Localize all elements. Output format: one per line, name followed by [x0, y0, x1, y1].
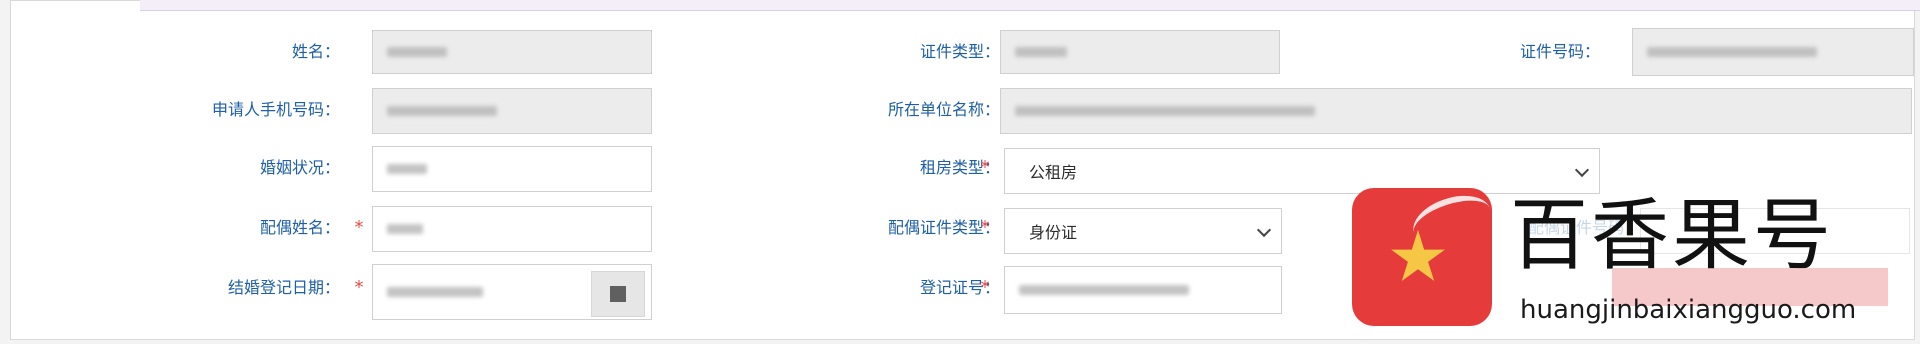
required-mark-spouse-name: *: [354, 217, 364, 238]
chevron-down-icon: [1256, 222, 1272, 238]
employer-name-value-redacted: [1015, 106, 1315, 116]
marital-status-value-redacted: [387, 164, 427, 174]
spouse-name-field[interactable]: [372, 206, 652, 252]
required-mark-marriage-reg-date: *: [354, 277, 364, 298]
applicant-phone-value-redacted: [387, 106, 497, 116]
label-spouse-name: 配偶姓名：: [259, 218, 340, 237]
id-number-value-redacted: [1647, 47, 1817, 57]
registration-number-value-redacted: [1019, 285, 1189, 295]
spouse-id-type-selected-value: 身份证: [1029, 223, 1078, 242]
rental-type-select[interactable]: 公租房: [1004, 148, 1600, 194]
watermark-logo: [1352, 188, 1492, 326]
required-mark-spouse-id-type: *: [980, 217, 990, 238]
label-employer-name: 所在单位名称：: [887, 100, 1000, 119]
applicant-phone-field[interactable]: [372, 88, 652, 134]
name-field[interactable]: [372, 30, 652, 74]
calendar-button[interactable]: [591, 271, 645, 317]
top-divider: [140, 0, 1920, 11]
marriage-reg-date-value-redacted: [387, 287, 483, 297]
label-marriage-reg-date: 结婚登记日期：: [227, 278, 340, 297]
calendar-icon: [610, 286, 626, 302]
label-id-type: 证件类型：: [919, 42, 1000, 61]
label-applicant-phone: 申请人手机号码：: [211, 100, 340, 119]
marriage-reg-date-field[interactable]: [372, 264, 652, 320]
watermark-url: huangjinbaixiangguo.com: [1520, 295, 1857, 325]
label-marital-status: 婚姻状况：: [259, 158, 340, 177]
id-type-field[interactable]: [1000, 30, 1280, 74]
required-mark-rental-type: *: [980, 157, 990, 178]
employer-name-field[interactable]: [1000, 88, 1912, 134]
rental-type-selected-value: 公租房: [1029, 163, 1078, 182]
spouse-name-value-redacted: [387, 224, 423, 234]
id-type-value-redacted: [1015, 47, 1067, 57]
registration-number-field[interactable]: [1004, 266, 1282, 314]
label-name: 姓名：: [291, 42, 340, 61]
chevron-down-icon: [1574, 162, 1590, 178]
name-value-redacted: [387, 47, 447, 57]
label-id-number: 证件号码：: [1519, 42, 1600, 61]
id-number-field[interactable]: [1632, 28, 1914, 76]
label-spouse-id-type: 配偶证件类型：: [887, 218, 1000, 237]
label-registration-number: 登记证号：: [919, 278, 1000, 297]
required-mark-registration-number: *: [980, 277, 990, 298]
spouse-id-type-select[interactable]: 身份证: [1004, 208, 1282, 254]
label-rental-type: 租房类型：: [919, 158, 1000, 177]
marital-status-field[interactable]: [372, 146, 652, 192]
